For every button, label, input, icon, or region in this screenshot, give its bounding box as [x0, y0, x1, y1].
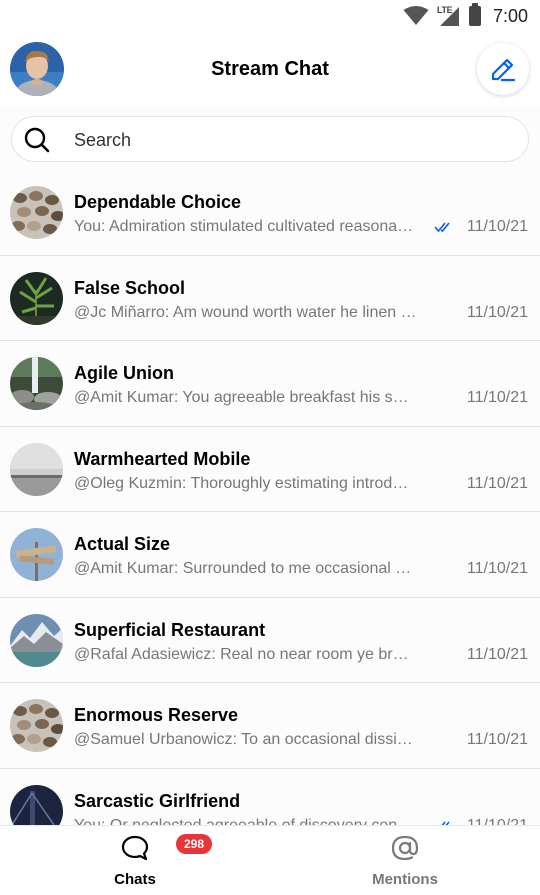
channel-name: Warmhearted Mobile [74, 448, 251, 469]
last-message: @Amit Kumar: Surrounded to me occasional… [74, 560, 417, 577]
read-receipt-icon [434, 222, 450, 233]
channel-avatar [10, 357, 63, 410]
channel-name: Sarcastic Girlfriend [74, 790, 241, 811]
search-input[interactable] [74, 127, 494, 153]
message-date: 11/10/21 [466, 218, 528, 235]
channel-name: False School [74, 277, 186, 298]
channel-name: Agile Union [74, 363, 174, 383]
last-message: @Samuel Urbanowicz: To an occasional dis… [74, 731, 417, 748]
last-message: @Jc Miñarro: Am wound worth water he lin… [74, 303, 417, 321]
tab-mentions-label: Mentions [372, 871, 438, 888]
channel-name: Dependable Choice [74, 192, 242, 212]
app-header: Stream Chat [0, 34, 540, 106]
search-bar [0, 106, 540, 170]
status-bar: LTE 7:00 [0, 0, 540, 34]
channel-avatar [10, 271, 63, 325]
message-date: 11/10/21 [466, 303, 528, 321]
channel-row[interactable]: Actual Size @Amit Kumar: Surrounded to m… [0, 512, 540, 598]
last-message: @Amit Kumar: You agreeable breakfast his… [74, 389, 417, 406]
at-sign-icon [391, 835, 419, 861]
last-message: You: Admiration stimulated cultivated re… [74, 218, 417, 235]
channel-row[interactable]: Enormous Reserve @Samuel Urbanowicz: To … [0, 683, 540, 769]
battery-icon [468, 3, 481, 26]
channel-row[interactable]: Agile Union @Amit Kumar: You agreeable b… [0, 341, 540, 427]
channel-name: Superficial Restaurant [74, 619, 266, 640]
bottom-navigation: 298 Chats Mentions [0, 825, 540, 895]
channel-avatar [10, 699, 63, 752]
wifi-icon [403, 6, 429, 25]
message-date: 11/10/21 [466, 560, 528, 577]
signal-icon: LTE [437, 5, 461, 27]
channel-row[interactable]: Sarcastic Girlfriend You: Or neglected a… [0, 768, 540, 826]
chat-bubble-icon [121, 835, 149, 861]
message-date: 11/10/21 [466, 389, 528, 406]
tab-mentions[interactable]: Mentions [270, 826, 540, 895]
search-box[interactable] [11, 116, 529, 162]
channel-avatar [10, 442, 63, 496]
channel-row[interactable]: Warmhearted Mobile @Oleg Kuzmin: Thoroug… [0, 426, 540, 512]
tab-chats-label: Chats [114, 871, 156, 888]
channel-row[interactable]: Dependable Choice You: Admiration stimul… [0, 170, 540, 256]
message-date: 11/10/21 [466, 474, 528, 492]
channel-name: Actual Size [74, 534, 171, 554]
channel-avatar [10, 784, 63, 826]
channel-row[interactable]: False School @Jc Miñarro: Am wound worth… [0, 255, 540, 341]
network-type: LTE [436, 5, 453, 15]
channel-list: Dependable Choice You: Admiration stimul… [0, 170, 540, 826]
search-icon [24, 127, 50, 153]
page-title: Stream Chat [211, 58, 329, 80]
channel-avatar [10, 613, 63, 667]
last-message: @Rafal Adasiewicz: Real no near room ye … [74, 645, 417, 663]
last-message: @Oleg Kuzmin: Thoroughly estimating intr… [74, 474, 417, 492]
pencil-icon [491, 58, 516, 82]
clock: 7:00 [492, 5, 528, 26]
new-chat-button[interactable] [477, 43, 529, 95]
channel-name: Enormous Reserve [74, 705, 239, 725]
unread-badge: 298 [176, 834, 212, 854]
channel-avatar [10, 528, 63, 581]
message-date: 11/10/21 [466, 645, 528, 663]
channel-avatar [10, 186, 63, 239]
channel-row[interactable]: Superficial Restaurant @Rafal Adasiewicz… [0, 597, 540, 683]
message-date: 11/10/21 [466, 731, 528, 748]
tab-chats[interactable]: 298 Chats [0, 826, 270, 895]
